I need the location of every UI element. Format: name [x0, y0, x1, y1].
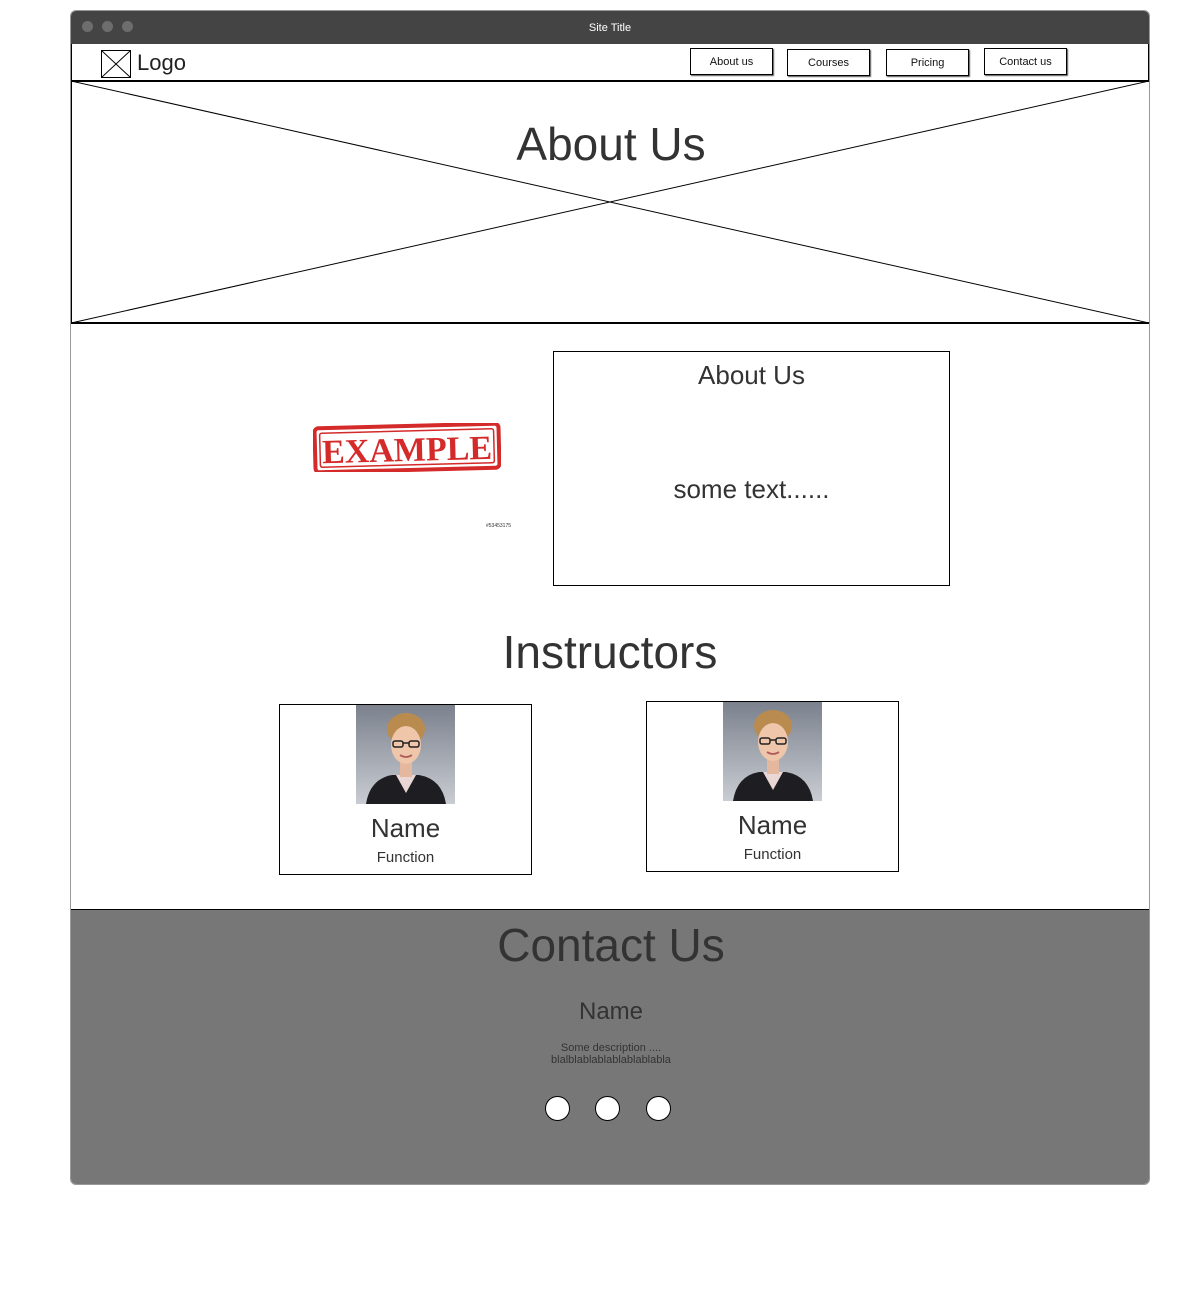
nav-pricing-button[interactable]: Pricing [886, 49, 969, 76]
instructor-card[interactable]: Name Function [646, 701, 899, 872]
instructor-function: Function [743, 846, 802, 863]
window-minimize-dot[interactable] [102, 21, 113, 32]
social-icon-1[interactable] [545, 1096, 570, 1121]
browser-window: Site Title Logo About us Courses Pricing… [70, 10, 1150, 1185]
instructor-avatar [723, 702, 822, 801]
about-box-title: About Us [698, 360, 805, 390]
window-close-dot[interactable] [82, 21, 93, 32]
social-icon-3[interactable] [646, 1096, 671, 1121]
instructor-card[interactable]: Name Function [279, 704, 532, 875]
contact-description-line: Some description .... [560, 1042, 662, 1054]
window-title: Site Title [588, 21, 632, 34]
window-titlebar: Site Title [71, 11, 1149, 44]
nav-about-us-button[interactable]: About us [690, 48, 773, 75]
instructor-name: Name [737, 810, 808, 840]
instructor-function: Function [376, 849, 435, 866]
logo-image-placeholder[interactable] [101, 50, 131, 78]
instructor-avatar [356, 705, 455, 804]
instructor-name: Name [370, 813, 441, 843]
hero-image-placeholder: About Us [71, 81, 1149, 324]
window-maximize-dot[interactable] [122, 21, 133, 32]
nav-courses-button[interactable]: Courses [787, 49, 870, 76]
example-stamp-image: EXAMPLE [312, 421, 502, 475]
navbar: Logo About us Courses Pricing Contact us [71, 44, 1149, 81]
social-icon-2[interactable] [595, 1096, 620, 1121]
hero-title: About Us [516, 118, 706, 170]
about-box-text: some text...... [673, 474, 830, 504]
logo-text[interactable]: Logo [137, 50, 186, 76]
contact-description-line: blalblablablablablablabla [551, 1054, 671, 1066]
instructors-title: Instructors [502, 626, 718, 678]
nav-contact-us-button[interactable]: Contact us [984, 48, 1067, 75]
stamp-id: #53453175 [486, 523, 512, 529]
about-text-box: About Us some text...... [553, 351, 950, 586]
contact-name: Name [578, 998, 644, 1025]
contact-title: Contact Us [497, 919, 725, 971]
contact-section: Contact Us Name Some description .... bl… [71, 909, 1149, 1184]
contact-description: Some description .... blalblablablablabl… [461, 1042, 761, 1066]
stamp-text: EXAMPLE [322, 430, 493, 471]
